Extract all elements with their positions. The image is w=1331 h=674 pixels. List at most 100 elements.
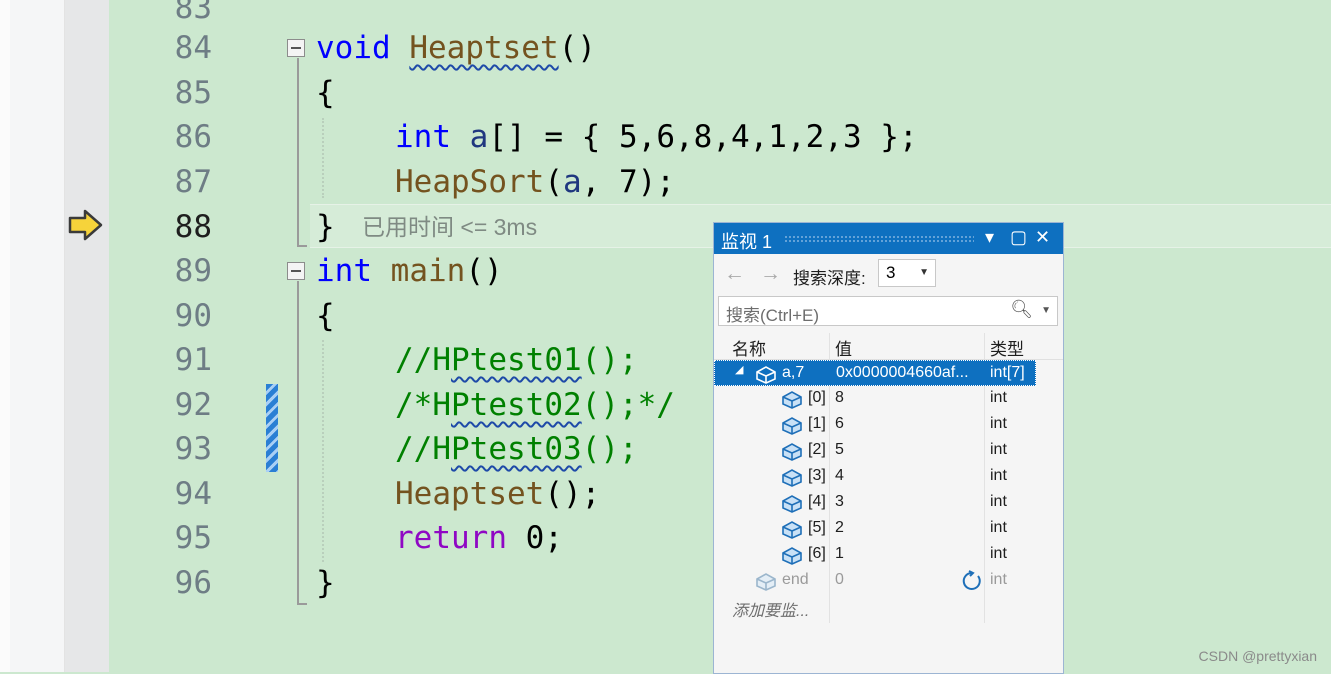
code-text: [] = { 5,6,8,4,1,2,3 };	[488, 119, 918, 155]
variable-cube-icon	[782, 521, 802, 539]
chevron-down-icon: ▼	[919, 267, 929, 278]
line-number: 91	[174, 342, 212, 378]
column-name-header[interactable]: 名称	[732, 335, 766, 360]
code-line-94: Heaptset();	[395, 472, 600, 516]
close-icon[interactable]: ✕	[1035, 227, 1050, 248]
line-number: 89	[174, 253, 212, 289]
code-text: ()	[465, 253, 503, 289]
watch-value: 1	[835, 545, 844, 562]
maximize-icon[interactable]: ▢	[1010, 227, 1027, 248]
back-arrow-icon[interactable]: ←	[724, 262, 745, 286]
drag-grip[interactable]	[784, 235, 974, 243]
glyph-margin[interactable]	[65, 0, 109, 672]
watch-type: int	[990, 493, 1007, 510]
line-number: 94	[174, 476, 212, 512]
outline-guide	[297, 58, 299, 246]
execution-arrow-icon	[68, 209, 103, 241]
watch-row[interactable]: [2] 5 int	[714, 438, 1063, 464]
search-depth-value: 3	[886, 263, 896, 282]
outline-guide	[297, 281, 299, 604]
watch-value: 0x0000004660af...	[836, 364, 969, 381]
comment: /*H	[395, 387, 451, 423]
dropdown-arrow-icon[interactable]: ▾	[985, 227, 994, 248]
indent-guide	[322, 118, 324, 198]
watch-name: [6]	[808, 545, 826, 562]
expand-triangle-icon[interactable]: ◢	[735, 363, 743, 376]
watch-type: int	[990, 415, 1007, 432]
variable-cube-icon	[782, 469, 802, 487]
line-number: 90	[174, 298, 212, 334]
comment: ();	[581, 342, 638, 378]
refresh-icon[interactable]	[961, 570, 983, 592]
comment: Ptest02	[451, 387, 582, 423]
elapsed-time-hint: 已用时间 <= 3ms	[362, 214, 538, 240]
watch-row[interactable]: [5] 2 int	[714, 516, 1063, 542]
watch-value: 6	[835, 415, 844, 432]
code-line-96: }	[316, 561, 335, 605]
chevron-down-icon[interactable]: ▼	[1041, 305, 1051, 316]
watch-value: 3	[835, 493, 844, 510]
line-number: 86	[174, 119, 212, 155]
forward-arrow-icon[interactable]: →	[760, 262, 781, 286]
column-value-header[interactable]: 值	[835, 335, 852, 360]
add-watch-placeholder[interactable]: 添加要监...	[732, 597, 809, 621]
watch-row-stale[interactable]: end 0 int	[714, 568, 1063, 594]
code-text: ()	[558, 30, 596, 66]
watch-grid: 名称 值 类型 ◢ a,7 0x0000004660af... int[7] […	[714, 333, 1063, 620]
search-icon[interactable]: 🔍︎	[1010, 299, 1033, 320]
watch-title-bar[interactable]: 监视 1 ▾ ▢ ✕	[714, 223, 1063, 254]
keyword: return	[395, 520, 507, 556]
variable: a	[562, 164, 582, 200]
collapse-icon[interactable]	[287, 39, 305, 57]
watch-row-root[interactable]: ◢ a,7 0x0000004660af... int[7]	[714, 360, 1036, 386]
code-text: }	[316, 565, 335, 601]
watch-search-input[interactable]: 搜索(Ctrl+E) 🔍︎ ▼	[718, 296, 1058, 326]
collapse-icon[interactable]	[287, 262, 305, 280]
watermark: CSDN @prettyxian	[1198, 648, 1317, 664]
code-text: 0;	[506, 520, 563, 556]
code-line-92: /*HPtest02();*/	[395, 383, 675, 427]
watch-type: int	[990, 571, 1007, 588]
code-text: ();	[544, 476, 601, 512]
watch-name: [1]	[808, 415, 826, 432]
breakpoint-margin[interactable]	[10, 0, 65, 672]
search-depth-select[interactable]: 3 ▼	[878, 259, 936, 287]
variable-cube-icon	[782, 443, 802, 461]
search-placeholder: 搜索(Ctrl+E)	[726, 306, 820, 325]
watch-type: int[7]	[990, 364, 1025, 381]
comment: ();*/	[581, 387, 675, 423]
variable-cube-icon	[782, 495, 802, 513]
watch-value: 2	[835, 519, 844, 536]
watch-window[interactable]: 监视 1 ▾ ▢ ✕ ← → 搜索深度: 3 ▼ 搜索(Ctrl+E) 🔍︎ ▼…	[713, 222, 1064, 674]
keyword: int	[316, 253, 372, 289]
watch-value: 8	[835, 389, 844, 406]
comment: //H	[395, 342, 451, 378]
code-line-95: return 0;	[395, 516, 563, 560]
outline-guide-end	[297, 603, 307, 605]
watch-row[interactable]: [4] 3 int	[714, 490, 1063, 516]
line-number: 96	[174, 565, 212, 601]
comment: //H	[395, 431, 451, 467]
function-name: Heaptset	[409, 30, 559, 66]
watch-type: int	[990, 441, 1007, 458]
watch-name: [2]	[808, 441, 826, 458]
line-number: 85	[174, 75, 212, 111]
column-type-header[interactable]: 类型	[990, 335, 1024, 360]
watch-row[interactable]: [6] 1 int	[714, 542, 1063, 568]
watch-row[interactable]: [0] 8 int	[714, 386, 1063, 412]
line-number: 92	[174, 387, 212, 423]
outline-guide-end	[297, 245, 307, 247]
variable-cube-icon	[756, 366, 776, 384]
comment: Ptest01	[451, 342, 582, 378]
code-text: , 7);	[581, 164, 675, 200]
code-line-84: void Heaptset()	[316, 26, 596, 70]
watch-name: [4]	[808, 493, 826, 510]
watch-row[interactable]: [1] 6 int	[714, 412, 1063, 438]
code-text: {	[316, 298, 335, 334]
code-line-88: }	[316, 205, 335, 249]
code-line-87: HeapSort(a, 7);	[395, 160, 675, 204]
code-line-90: {	[316, 294, 335, 338]
watch-row[interactable]: [3] 4 int	[714, 464, 1063, 490]
line-number: 87	[174, 164, 212, 200]
add-watch-row[interactable]: 添加要监...	[714, 594, 1063, 620]
